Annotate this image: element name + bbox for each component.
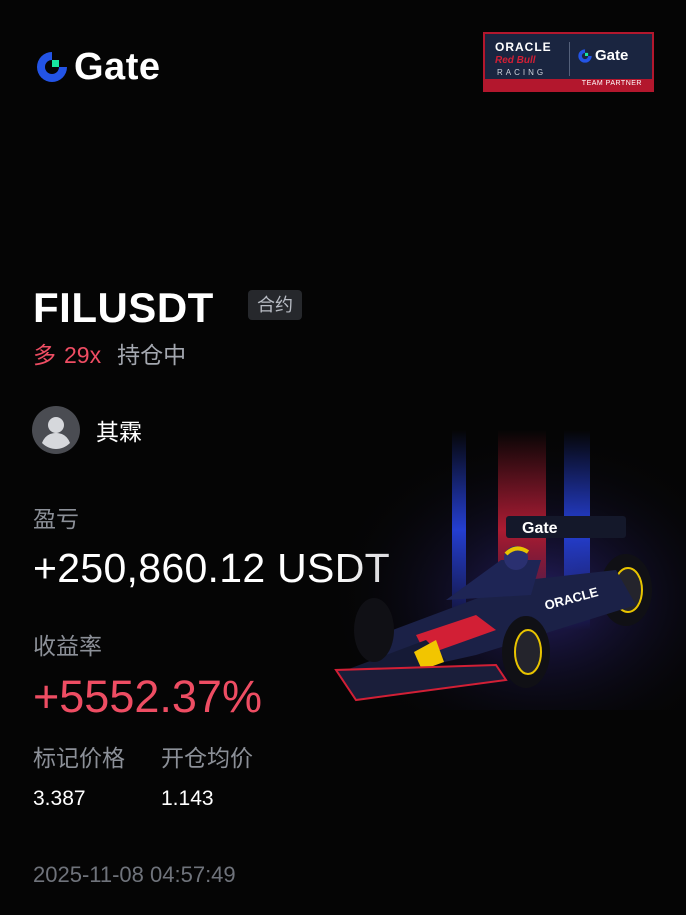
position-info-row: 多 29x 持仓中 bbox=[33, 340, 186, 370]
gate-logo-text: Gate bbox=[74, 46, 161, 88]
racing-text: RACING bbox=[497, 68, 547, 77]
username: 其霖 bbox=[96, 419, 142, 445]
timestamp: 2025-11-08 04:57:49 bbox=[33, 862, 236, 887]
team-partner-badge: ORACLE Red Bull RACING Gate TEAM PARTNER bbox=[483, 32, 654, 92]
team-partner-label: TEAM PARTNER bbox=[581, 80, 642, 87]
gate-logo-icon bbox=[37, 52, 68, 82]
pnl-label: 盈亏 bbox=[33, 506, 79, 532]
entry-price-value: 1.143 bbox=[161, 787, 214, 810]
partner-divider bbox=[569, 42, 570, 76]
oracle-text: ORACLE bbox=[495, 40, 552, 54]
market-type-badge: 合约 bbox=[248, 290, 302, 320]
partner-gate-icon bbox=[578, 48, 593, 63]
race-car-image: Gate ORACLE bbox=[326, 430, 686, 710]
direction-label: 多 bbox=[33, 342, 56, 368]
user-row: 其霖 bbox=[32, 406, 142, 454]
gate-logo: Gate bbox=[34, 48, 160, 86]
roi-label: 收益率 bbox=[33, 633, 102, 659]
redbull-text: Red Bull bbox=[495, 55, 536, 66]
mark-price-label: 标记价格 bbox=[33, 745, 125, 771]
roi-value: +5552.37% bbox=[33, 671, 262, 722]
mark-price-value: 3.387 bbox=[33, 787, 86, 810]
contract-symbol: FILUSDT bbox=[33, 284, 214, 331]
partner-bar: TEAM PARTNER bbox=[485, 79, 652, 90]
svg-text:Gate: Gate bbox=[522, 520, 558, 537]
partner-gate-text: Gate bbox=[595, 47, 629, 64]
entry-price-label: 开仓均价 bbox=[161, 745, 253, 771]
position-status: 持仓中 bbox=[117, 342, 187, 368]
partner-gate-logo: Gate bbox=[577, 47, 628, 64]
leverage-label: 29x bbox=[64, 342, 102, 368]
avatar-icon bbox=[32, 406, 80, 454]
